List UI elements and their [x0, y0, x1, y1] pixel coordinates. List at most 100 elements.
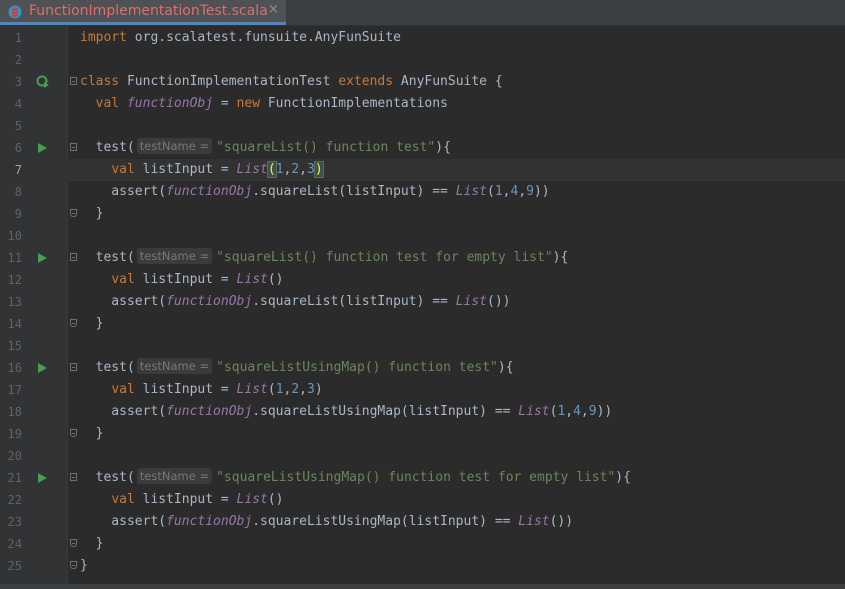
- code-text[interactable]: }: [80, 555, 88, 577]
- run-test-icon[interactable]: [38, 363, 47, 373]
- fold-start-icon[interactable]: [70, 77, 77, 85]
- code-text[interactable]: test(testName = "squareListUsingMap() fun…: [80, 467, 631, 489]
- fold-start-icon[interactable]: [70, 253, 77, 261]
- line-number[interactable]: 8: [0, 181, 22, 203]
- code-line[interactable]: 18 assert(functionObj.squareListUsingMap…: [0, 401, 845, 423]
- code-line[interactable]: 15: [0, 335, 845, 357]
- code-text[interactable]: }: [80, 313, 104, 335]
- code-text[interactable]: import org.scalatest.funsuite.AnyFunSuit…: [80, 27, 401, 49]
- line-number[interactable]: 14: [0, 313, 22, 335]
- code-text[interactable]: assert(functionObj.squareList(listInput)…: [80, 291, 510, 313]
- code-text[interactable]: val listInput = List(1,2,3): [80, 159, 324, 181]
- run-test-icon[interactable]: [38, 473, 47, 483]
- code-text[interactable]: val listInput = List(1,2,3): [80, 379, 322, 401]
- code-token: ){: [615, 470, 631, 485]
- code-token: assert(: [80, 514, 167, 529]
- code-line[interactable]: 25}: [0, 555, 845, 577]
- code-line[interactable]: 24 }: [0, 533, 845, 555]
- code-line[interactable]: 21 test(testName = "squareListUsingMap() …: [0, 467, 845, 489]
- code-token: listInput =: [134, 272, 237, 287]
- fold-end-icon[interactable]: [70, 209, 77, 217]
- line-number[interactable]: 11: [0, 247, 22, 269]
- code-editor[interactable]: 1 import org.scalatest.funsuite.AnyFunSui…: [0, 26, 845, 589]
- line-number[interactable]: 1: [0, 27, 22, 49]
- line-number[interactable]: 22: [0, 489, 22, 511]
- code-text[interactable]: val listInput = List(): [80, 269, 283, 291]
- line-number[interactable]: 16: [0, 357, 22, 379]
- run-all-tests-icon[interactable]: [36, 75, 50, 89]
- line-number[interactable]: 19: [0, 423, 22, 445]
- fold-end-icon[interactable]: [70, 561, 77, 569]
- code-text[interactable]: }: [80, 423, 104, 445]
- line-number[interactable]: 10: [0, 225, 22, 247]
- run-test-icon[interactable]: [38, 143, 47, 153]
- line-number[interactable]: 4: [0, 93, 22, 115]
- line-number[interactable]: 13: [0, 291, 22, 313]
- code-text[interactable]: }: [80, 203, 104, 225]
- line-number[interactable]: 5: [0, 115, 22, 137]
- line-number[interactable]: 12: [0, 269, 22, 291]
- line-number[interactable]: 21: [0, 467, 22, 489]
- code-line[interactable]: 9 }: [0, 203, 845, 225]
- code-line[interactable]: 7 val listInput = List(1,2,3): [0, 159, 845, 181]
- line-number[interactable]: 9: [0, 203, 22, 225]
- code-text[interactable]: assert(functionObj.squareListUsingMap(li…: [80, 401, 612, 423]
- code-line[interactable]: 13 assert(functionObj.squareList(listInp…: [0, 291, 845, 313]
- line-number[interactable]: 6: [0, 137, 22, 159]
- code-line[interactable]: 22 val listInput = List(): [0, 489, 845, 511]
- line-number[interactable]: 18: [0, 401, 22, 423]
- code-line[interactable]: 6 test(testName = "squareList() function …: [0, 137, 845, 159]
- code-line[interactable]: 5: [0, 115, 845, 137]
- code-line[interactable]: 20: [0, 445, 845, 467]
- code-token: org.scalatest.funsuite.AnyFunSuite: [126, 30, 401, 45]
- code-text[interactable]: class FunctionImplementationTest extends…: [80, 71, 503, 93]
- code-token: new: [236, 96, 261, 111]
- fold-start-icon[interactable]: [70, 363, 77, 371]
- code-line[interactable]: 2: [0, 49, 845, 71]
- line-number[interactable]: 24: [0, 533, 22, 555]
- code-text[interactable]: assert(functionObj.squareList(listInput)…: [80, 181, 549, 203]
- code-text[interactable]: assert(functionObj.squareListUsingMap(li…: [80, 511, 573, 533]
- line-number[interactable]: 15: [0, 335, 22, 357]
- code-line[interactable]: 3 class FunctionImplementationTest extend…: [0, 71, 845, 93]
- line-number[interactable]: 2: [0, 49, 22, 71]
- code-token: ){: [552, 250, 569, 265]
- code-line[interactable]: 14 }: [0, 313, 845, 335]
- code-line[interactable]: 1 import org.scalatest.funsuite.AnyFunSui…: [0, 27, 845, 49]
- code-line[interactable]: 16 test(testName = "squareListUsingMap() …: [0, 357, 845, 379]
- code-text[interactable]: test(testName = "squareList() function te…: [80, 247, 568, 269]
- code-line[interactable]: 4 val functionObj = new FunctionImplemen…: [0, 93, 845, 115]
- code-text[interactable]: val listInput = List(): [80, 489, 283, 511]
- code-text[interactable]: test(testName = "squareList() function te…: [80, 137, 451, 159]
- code-line[interactable]: 17 val listInput = List(1,2,3): [0, 379, 845, 401]
- code-line[interactable]: 12 val listInput = List(): [0, 269, 845, 291]
- fold-start-icon[interactable]: [70, 143, 77, 151]
- horizontal-scrollbar[interactable]: [0, 584, 845, 589]
- fold-end-icon[interactable]: [70, 539, 77, 547]
- code-line[interactable]: 19 }: [0, 423, 845, 445]
- close-icon[interactable]: ×: [268, 2, 279, 17]
- line-number[interactable]: 17: [0, 379, 22, 401]
- code-line[interactable]: 8 assert(functionObj.squareList(listInpu…: [0, 181, 845, 203]
- code-line[interactable]: 23 assert(functionObj.squareListUsingMap…: [0, 511, 845, 533]
- line-number[interactable]: 3: [0, 71, 22, 93]
- code-token: .squareList(listInput) ==: [252, 294, 456, 309]
- code-text[interactable]: test(testName = "squareListUsingMap() fun…: [80, 357, 514, 379]
- line-number[interactable]: 7: [0, 159, 22, 181]
- code-text[interactable]: val functionObj = new FunctionImplementa…: [80, 93, 448, 115]
- code-line[interactable]: 10: [0, 225, 845, 247]
- line-number[interactable]: 23: [0, 511, 22, 533]
- file-tab[interactable]: FunctionImplementationTest.scala ×: [0, 0, 286, 25]
- line-number[interactable]: 25: [0, 555, 22, 577]
- code-token: .squareListUsingMap(listInput) ==: [252, 404, 519, 419]
- code-line[interactable]: 11 test(testName = "squareList() function…: [0, 247, 845, 269]
- line-number[interactable]: 20: [0, 445, 22, 467]
- fold-start-icon[interactable]: [70, 473, 77, 481]
- run-test-icon[interactable]: [38, 253, 47, 263]
- code-text[interactable]: }: [80, 533, 104, 555]
- code-token: extends: [338, 74, 394, 89]
- fold-end-icon[interactable]: [70, 319, 77, 327]
- code-token: val: [111, 492, 135, 507]
- fold-end-icon[interactable]: [70, 429, 77, 437]
